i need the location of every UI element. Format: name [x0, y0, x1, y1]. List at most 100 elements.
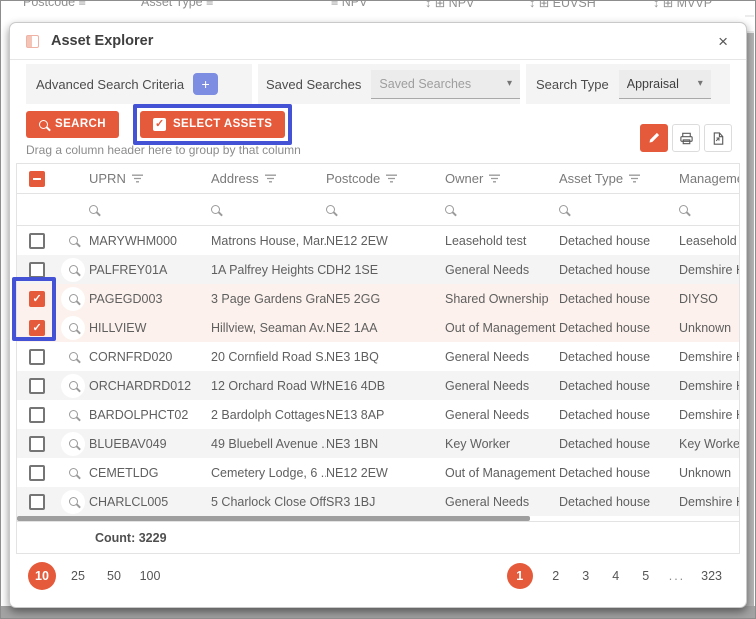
row-checkbox[interactable] [29, 378, 45, 394]
page-size-50[interactable]: 50 [100, 562, 128, 590]
cell-address: Cemetery Lodge, 6 ... [211, 466, 326, 480]
row-search-cell [57, 316, 89, 340]
cell-postcode: NE2 1AA [326, 321, 445, 335]
row-checkbox-cell [17, 378, 57, 394]
search-icon [69, 323, 78, 332]
page-size-selector: 10 25 50 100 [28, 562, 164, 590]
filter-address[interactable] [211, 205, 326, 214]
background-column-fragment: ≡ NPV [331, 1, 367, 9]
header-divider [10, 59, 746, 60]
background-column-fragment: ↕ ⊞ NPV [425, 1, 474, 10]
row-detail-button[interactable] [61, 229, 85, 253]
pagination: 10 25 50 100 1 2 3 4 5 ... 323 [28, 562, 722, 590]
page-size-10[interactable]: 10 [28, 562, 56, 590]
search-button[interactable]: SEARCH [26, 111, 119, 138]
cell-postcode: NE3 1BN [326, 437, 445, 451]
select-all-checkbox[interactable] [29, 171, 45, 187]
row-search-cell [57, 345, 89, 369]
add-criteria-button[interactable]: + [193, 73, 218, 95]
saved-searches-dropdown[interactable]: Saved Searches ▾ [371, 70, 520, 99]
filter-postcode[interactable] [326, 205, 445, 214]
cell-management: Demshire HA [679, 350, 739, 364]
search-type-dropdown[interactable]: Appraisal ▾ [619, 70, 711, 99]
table-row[interactable]: CHARLCL005 5 Charlock Close Off... SR3 1… [17, 487, 739, 516]
filter-icon[interactable] [629, 174, 640, 183]
chevron-down-icon: ▾ [698, 78, 703, 89]
row-checkbox-cell [17, 262, 57, 278]
row-checkbox[interactable] [29, 407, 45, 423]
table-row[interactable]: HILLVIEW Hillview, Seaman Av... NE2 1AA … [17, 313, 739, 342]
close-icon[interactable]: × [714, 33, 732, 50]
scrollbar-thumb[interactable] [17, 516, 530, 521]
cell-postcode: NE3 1BQ [326, 350, 445, 364]
filter-icon[interactable] [386, 174, 397, 183]
assets-table: UPRN Address Postcode Owner Asset Type [16, 163, 740, 554]
print-button[interactable] [672, 124, 700, 152]
cell-address: Matrons House, Mar... [211, 234, 326, 248]
filter-uprn[interactable] [89, 205, 211, 214]
row-detail-button[interactable] [61, 287, 85, 311]
row-search-cell [57, 374, 89, 398]
row-checkbox[interactable] [29, 233, 45, 249]
cell-asset-type: Detached house [559, 292, 679, 306]
row-checkbox-cell [17, 494, 57, 510]
asset-explorer-dialog: Asset Explorer × Advanced Search Criteri… [9, 22, 747, 608]
cell-owner: General Needs [445, 379, 559, 393]
row-checkbox[interactable] [29, 436, 45, 452]
row-detail-button[interactable] [61, 432, 85, 456]
page-1[interactable]: 1 [507, 563, 533, 589]
column-header-address[interactable]: Address [211, 171, 326, 186]
table-row[interactable]: BARDOLPHCT02 2 Bardolph Cottages... NE13… [17, 400, 739, 429]
horizontal-scrollbar[interactable] [17, 516, 739, 521]
row-detail-button[interactable] [61, 403, 85, 427]
row-checkbox[interactable] [29, 291, 45, 307]
page-3[interactable]: 3 [579, 563, 593, 589]
page-323[interactable]: 323 [701, 563, 722, 589]
select-assets-button[interactable]: SELECT ASSETS [140, 111, 285, 138]
cell-management: Key Worker [679, 437, 739, 451]
row-detail-button[interactable] [61, 374, 85, 398]
table-row[interactable]: MARYWHM000 Matrons House, Mar... NE12 2E… [17, 226, 739, 255]
page-5[interactable]: 5 [639, 563, 653, 589]
row-detail-button[interactable] [61, 461, 85, 485]
row-checkbox[interactable] [29, 494, 45, 510]
filter-management[interactable] [679, 205, 739, 214]
page-size-100[interactable]: 100 [136, 562, 164, 590]
page-size-25[interactable]: 25 [64, 562, 92, 590]
table-row[interactable]: CEMETLDG Cemetery Lodge, 6 ... NE12 2EW … [17, 458, 739, 487]
row-checkbox-cell [17, 233, 57, 249]
column-header-uprn[interactable]: UPRN [89, 171, 211, 186]
row-detail-button[interactable] [61, 490, 85, 514]
row-detail-button[interactable] [61, 316, 85, 340]
table-row[interactable]: PAGEGD003 3 Page Gardens Gra... NE5 2GG … [17, 284, 739, 313]
row-checkbox[interactable] [29, 349, 45, 365]
row-checkbox[interactable] [29, 465, 45, 481]
search-icon [89, 205, 98, 214]
column-header-postcode[interactable]: Postcode [326, 171, 445, 186]
edit-button[interactable] [640, 124, 668, 152]
row-checkbox[interactable] [29, 320, 45, 336]
table-row[interactable]: ORCHARDRD012 12 Orchard Road Wh... NE16 … [17, 371, 739, 400]
asset-explorer-icon [26, 35, 39, 48]
row-checkbox[interactable] [29, 262, 45, 278]
page-2[interactable]: 2 [549, 563, 563, 589]
cell-management: DIYSO [679, 292, 739, 306]
page-4[interactable]: 4 [609, 563, 623, 589]
column-header-management[interactable]: Management [679, 171, 739, 186]
cell-address: 49 Bluebell Avenue ... [211, 437, 326, 451]
filter-asset-type[interactable] [559, 205, 679, 214]
export-button[interactable] [704, 124, 732, 152]
table-row[interactable]: PALFREY01A 1A Palfrey Heights C... DH2 1… [17, 255, 739, 284]
column-header-owner[interactable]: Owner [445, 171, 559, 186]
cell-management: Leasehold [679, 234, 739, 248]
row-detail-button[interactable] [61, 258, 85, 282]
filter-icon[interactable] [265, 174, 276, 183]
row-detail-button[interactable] [61, 345, 85, 369]
table-row[interactable]: CORNFRD020 20 Cornfield Road S... NE3 1B… [17, 342, 739, 371]
column-header-asset-type[interactable]: Asset Type [559, 171, 679, 186]
filter-icon[interactable] [132, 174, 143, 183]
table-row[interactable]: BLUEBAV049 49 Bluebell Avenue ... NE3 1B… [17, 429, 739, 458]
search-toolbar: Advanced Search Criteria + Saved Searche… [26, 64, 730, 104]
filter-icon[interactable] [489, 174, 500, 183]
filter-owner[interactable] [445, 205, 559, 214]
